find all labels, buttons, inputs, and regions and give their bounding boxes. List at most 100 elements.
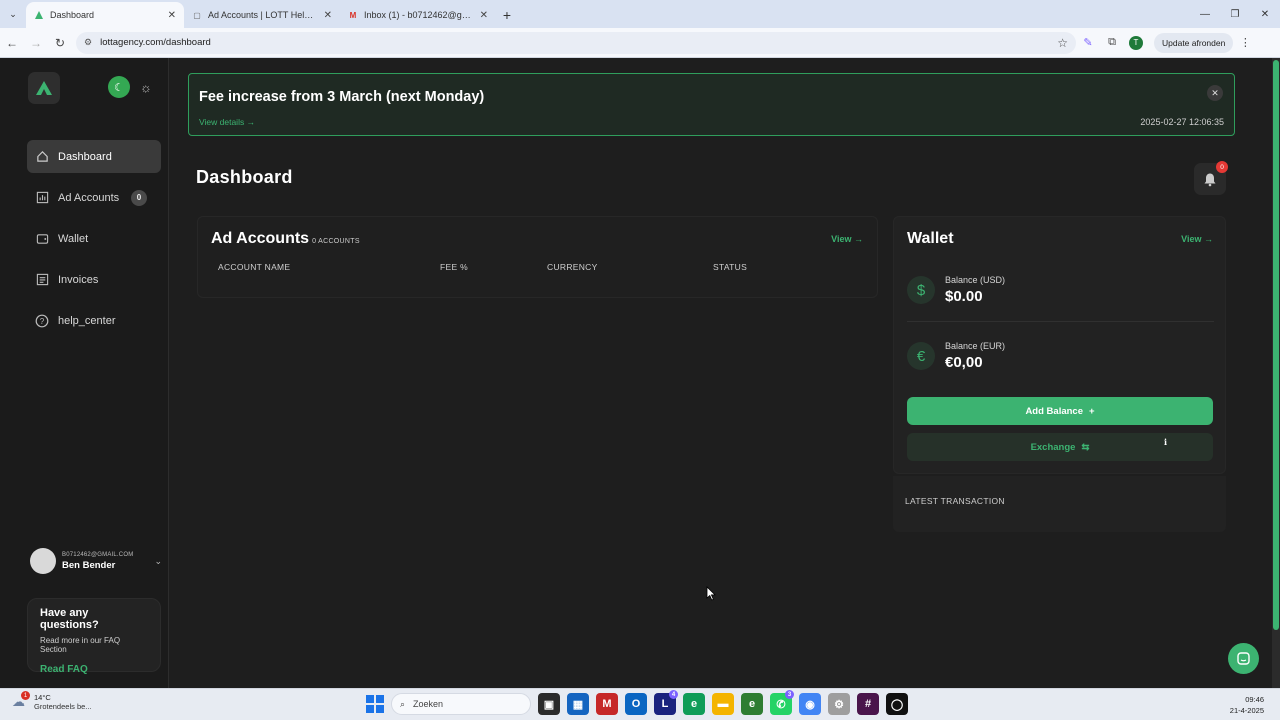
close-icon[interactable]: ✕ (1207, 85, 1223, 101)
theme-toggle[interactable]: ☾ ☼ (108, 76, 158, 98)
browser-tab-bar: ⌄ Dashboard ✕ ▢ Ad Accounts | LOTT Help … (0, 0, 1280, 28)
lott-logo[interactable] (28, 72, 60, 104)
chat-support-button[interactable] (1228, 643, 1259, 674)
scrollbar-thumb[interactable] (1273, 60, 1279, 630)
extension-icon[interactable]: ✎ (1076, 28, 1100, 58)
banner-timestamp: 2025-02-27 12:06:35 (1140, 117, 1224, 127)
slack-icon[interactable]: # (857, 693, 879, 715)
sidebar-item-label: Dashboard (58, 150, 112, 163)
minimize-icon[interactable]: — (1190, 0, 1220, 28)
read-faq-link[interactable]: Read FAQ (40, 664, 148, 675)
wallet-card: Wallet View → $ Balance (USD) $0.00 € Ba… (893, 216, 1226, 474)
button-label: Add Balance (1025, 405, 1083, 417)
ad-accounts-view-link[interactable]: View → (831, 234, 863, 244)
chevron-down-icon[interactable]: ⌄ (154, 556, 162, 567)
clock-date: 21-4-2025 (1229, 706, 1264, 715)
column-header[interactable]: STATUS (713, 262, 747, 272)
outlook-icon[interactable]: O (625, 693, 647, 715)
extensions-puzzle-icon[interactable]: ⧉ (1100, 28, 1124, 58)
sidebar-item-dashboard[interactable]: Dashboard (27, 140, 161, 173)
browser-menu-icon[interactable]: ⋮ (1233, 28, 1257, 58)
system-clock[interactable]: 09:46 21-4-2025 (1230, 694, 1264, 716)
tab-search-menu-icon[interactable]: ⌄ (0, 0, 26, 28)
address-bar[interactable]: ⚙ lottagency.com/dashboard ☆ (76, 31, 1076, 54)
swap-arrows-icon: ⇆ (1081, 441, 1090, 453)
weather-badge: 1 (21, 691, 30, 700)
sidebar-item-invoices[interactable]: Invoices (27, 263, 161, 296)
wallet-view-link[interactable]: View → (1181, 234, 1213, 244)
view-details-link[interactable]: View details → (199, 117, 255, 127)
profile-slot: T (1124, 28, 1148, 58)
faq-subtitle: Read more in our FAQ Section (40, 636, 121, 654)
help-circle-icon: ? (35, 314, 49, 328)
avatar (30, 548, 56, 574)
close-window-icon[interactable]: ✕ (1250, 0, 1280, 28)
edge-dev-icon[interactable]: e (741, 693, 763, 715)
windows-taskbar: ☁ 1 14°C Grotendeels be... ⌕ Zoeken ▣ ▦ M… (0, 688, 1280, 720)
notifications-button[interactable]: 0 (1194, 161, 1228, 195)
exchange-button[interactable]: Exchange ⇆ (907, 433, 1213, 461)
column-header[interactable]: ACCOUNT NAME (218, 262, 290, 272)
user-menu[interactable]: B0712462@GMAIL.COM Ben Bender ⌄ (30, 547, 162, 575)
chrome-icon[interactable]: ◉ (799, 693, 821, 715)
sidebar-item-wallet[interactable]: Wallet (27, 222, 161, 255)
site-info-icon[interactable]: ⚙ (84, 37, 92, 48)
back-icon[interactable]: ← (0, 28, 24, 58)
plus-icon: + (1088, 405, 1095, 417)
mcafee-icon[interactable]: M (596, 693, 618, 715)
invoice-icon (35, 273, 49, 287)
close-tab-icon[interactable]: ✕ (324, 10, 332, 21)
browser-tab-help-center[interactable]: ▢ Ad Accounts | LOTT Help Cente ✕ (184, 2, 340, 28)
edge-icon[interactable]: e (683, 693, 705, 715)
help-center-icon: ▢ (193, 10, 201, 20)
close-tab-icon[interactable]: ✕ (480, 10, 488, 21)
home-icon (35, 150, 49, 164)
tab-title: Ad Accounts | LOTT Help Cente (208, 10, 318, 20)
column-header[interactable]: CURRENCY (547, 262, 598, 272)
app-icon[interactable]: ◯ (886, 693, 908, 715)
sidebar: ☾ ☼ Dashboard Ad Accounts 0 Wallet Invoi… (0, 58, 169, 688)
weather-widget[interactable]: ☁ 1 14°C Grotendeels be... (12, 691, 92, 711)
reload-icon[interactable]: ↻ (48, 28, 72, 58)
lott-logo-icon (34, 10, 44, 20)
forward-icon[interactable]: → (24, 28, 48, 58)
whatsapp-icon[interactable]: ✆ 3 (770, 690, 794, 715)
taskbar-search[interactable]: ⌕ Zoeken (391, 693, 531, 715)
sidebar-item-ad-accounts[interactable]: Ad Accounts 0 (27, 181, 161, 214)
button-label: Exchange (1030, 441, 1076, 453)
settings-app-icon[interactable]: ⚙ (828, 693, 850, 715)
browser-tab-dashboard[interactable]: Dashboard ✕ (26, 2, 184, 28)
add-balance-button[interactable]: Add Balance + (907, 397, 1213, 425)
browser-tab-gmail[interactable]: M Inbox (1) - b0712462@gmail.co ✕ (340, 2, 496, 28)
bell-icon (1204, 173, 1216, 186)
info-icon[interactable]: i (1164, 437, 1167, 447)
taskbar-apps: ⌕ Zoeken ▣ ▦ M O L4 e ▬ e ✆ 3 ◉ ⚙ # ◯ (366, 690, 908, 715)
restore-icon[interactable]: ❐ (1220, 0, 1250, 28)
chat-icon (1237, 652, 1250, 665)
new-tab-button[interactable]: + (496, 2, 518, 28)
store-icon[interactable]: ▦ (567, 693, 589, 715)
sun-icon[interactable]: ☼ (136, 77, 156, 97)
close-tab-icon[interactable]: ✕ (168, 10, 176, 21)
page-scrollbar[interactable] (1272, 58, 1280, 688)
update-button[interactable]: Update afronden (1154, 32, 1234, 53)
app-root: ☾ ☼ Dashboard Ad Accounts 0 Wallet Invoi… (0, 58, 1280, 688)
cloud-icon: ☁ 1 (12, 691, 30, 710)
sidebar-item-help-center[interactable]: ? help_center (27, 304, 161, 337)
bookmark-star-icon[interactable]: ☆ (1057, 36, 1068, 50)
task-view-icon[interactable]: ▣ (538, 693, 560, 715)
l-app-icon[interactable]: L4 (654, 690, 678, 715)
moon-icon[interactable]: ☾ (108, 76, 130, 98)
wallet-icon (35, 232, 49, 246)
file-explorer-icon[interactable]: ▬ (712, 693, 734, 715)
euro-icon: € (907, 342, 935, 370)
ad-accounts-card: Ad Accounts 0 ACCOUNTS View → ACCOUNT NA… (197, 216, 878, 298)
app-badge: 3 (785, 690, 794, 699)
card-title: Ad Accounts (211, 230, 310, 247)
weather-temp: 14°C (34, 693, 51, 702)
profile-avatar[interactable]: T (1129, 35, 1143, 50)
sidebar-item-label: Invoices (58, 273, 99, 286)
windows-start-icon[interactable] (366, 695, 384, 713)
column-header[interactable]: FEE % (440, 262, 468, 272)
notification-count-badge: 0 (1216, 161, 1228, 173)
